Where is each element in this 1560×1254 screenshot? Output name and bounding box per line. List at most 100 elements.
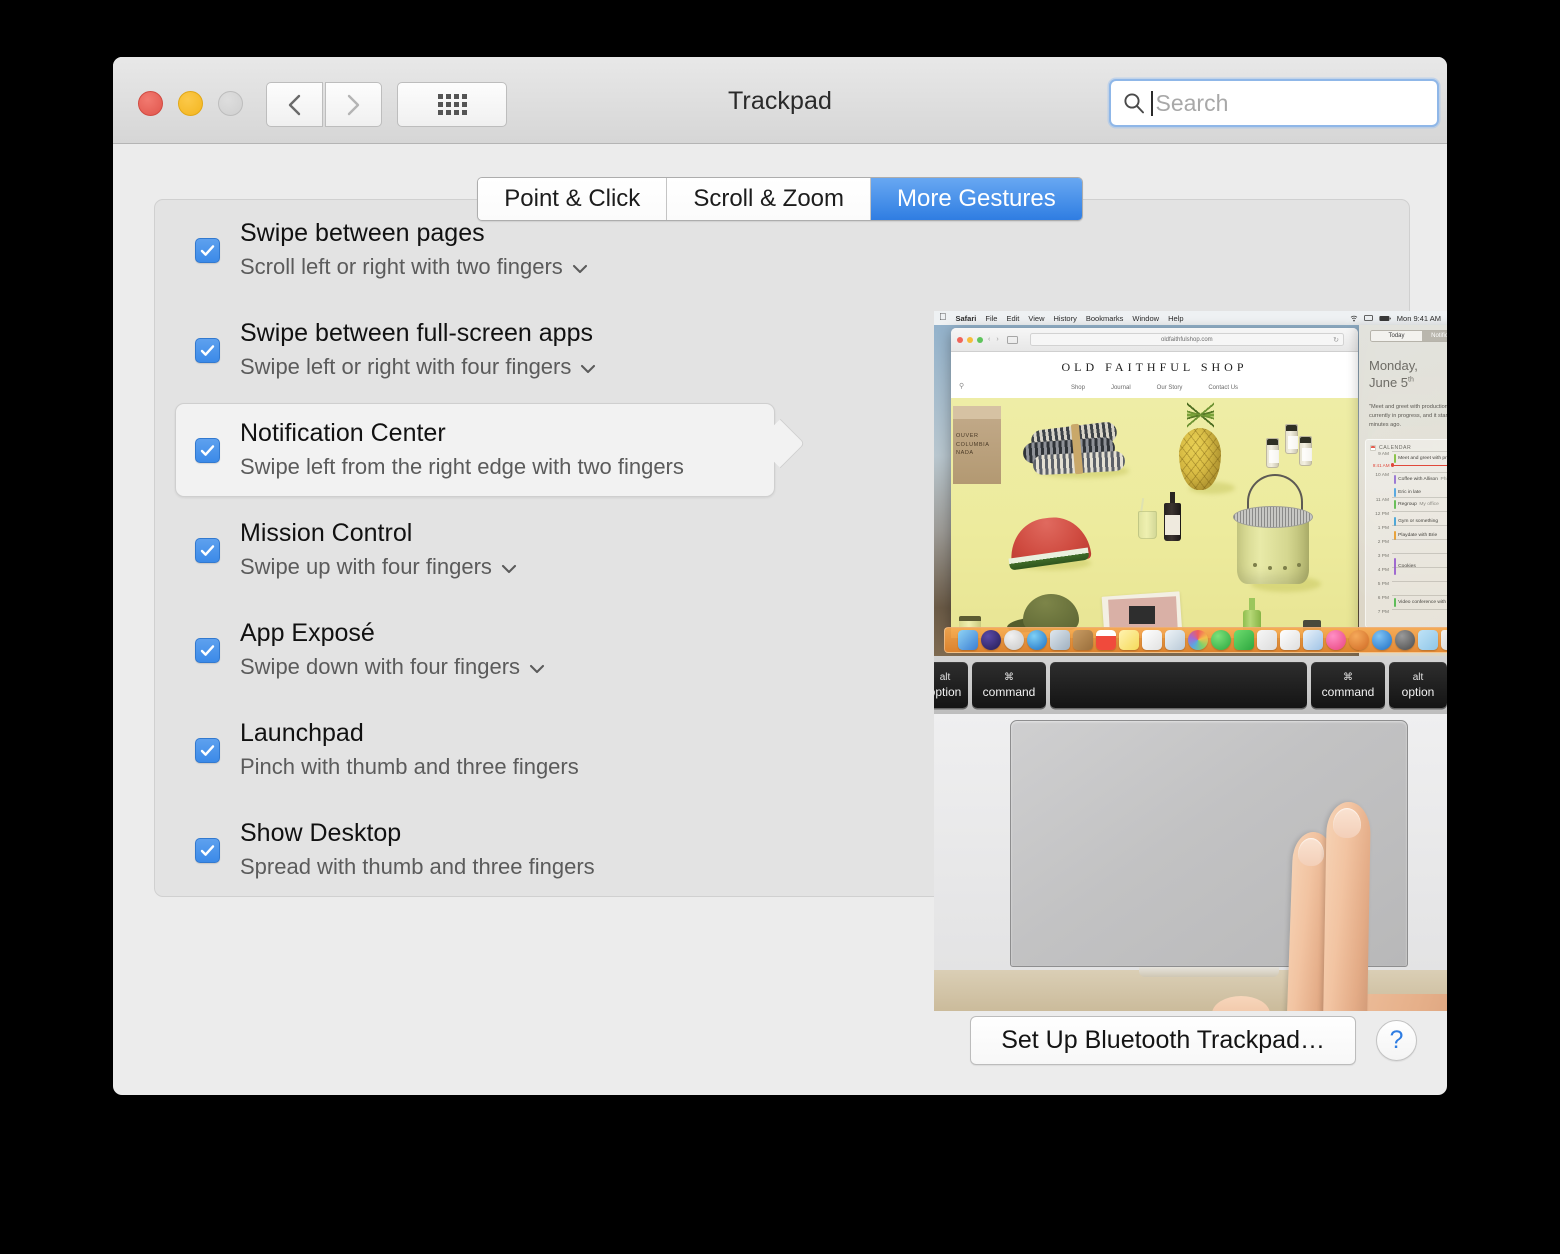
dock-icon-itunes[interactable] [1326,630,1346,650]
gesture-title: Mission Control [240,518,413,547]
dock-icon-messages[interactable] [1211,630,1231,650]
gesture-row-app-expose[interactable]: App Exposé Swipe down with four fingers [155,600,805,700]
system-preferences-window: Trackpad Point & Click Scroll & Zoom Mor… [113,57,1447,1095]
site-search-icon[interactable]: ⚲ [959,382,964,390]
menu-item-history: History [1046,313,1077,323]
checkbox-app-expose[interactable] [195,637,220,663]
dock-icon-photos[interactable] [1188,630,1208,650]
calendar-event-title: Meet and greet with production [1398,455,1447,461]
gesture-row-notification-center[interactable]: Notification Center Swipe left from the … [155,400,805,500]
drinking-glass [1138,511,1157,539]
menu-item-file: File [977,313,997,323]
gesture-subtitle-row: Swipe left from the right edge with two … [240,453,684,482]
noti-tab-today[interactable]: Today [1371,331,1422,341]
gesture-subtitle-row[interactable]: Swipe left or right with four fingers [240,353,596,382]
hand-thumb [1212,996,1270,1011]
chevron-down-icon[interactable] [529,664,545,674]
gesture-subtitle-row[interactable]: Scroll left or right with two fingers [240,253,588,282]
dock-icon-maps[interactable] [1165,630,1185,650]
dock-icon-downloads-folder[interactable] [1418,630,1438,650]
safari-address-bar[interactable]: oldfaithfulshop.com ↻ [1029,333,1344,346]
dock-icon-ibooks[interactable] [1349,630,1369,650]
dock-icon-contacts[interactable] [1050,630,1070,650]
menu-item-edit: Edit [998,313,1019,323]
tab-point-and-click[interactable]: Point & Click [478,178,668,220]
checkbox-launchpad[interactable] [195,737,220,763]
calendar-event[interactable]: Coffee with Allison Philz Coffee S Emba… [1394,474,1447,484]
tab-scroll-and-zoom[interactable]: Scroll & Zoom [667,178,872,220]
key-label-bottom: command [1321,684,1375,699]
safari-back-icon[interactable]: ‹ [988,336,990,343]
calendar-hour-row: 4 PM [1370,567,1447,581]
gesture-subtitle-row[interactable]: Swipe up with four fingers [240,553,517,582]
safari-minimize-button[interactable] [967,336,973,343]
dock-icon-app-store[interactable] [1372,630,1392,650]
search-field[interactable] [1109,79,1439,127]
chevron-down-icon[interactable] [580,364,596,374]
dock-icon-system-preferences[interactable] [1395,630,1415,650]
site-nav-journal[interactable]: Journal [1111,385,1131,391]
gesture-row-launchpad[interactable]: Launchpad Pinch with thumb and three fin… [155,700,805,800]
site-nav-our-story[interactable]: Our Story [1157,385,1183,391]
search-input[interactable] [1155,89,1411,117]
safari-maximize-button[interactable] [977,336,983,343]
safari-forward-icon[interactable]: › [996,336,998,343]
dock-icon-siri[interactable] [981,630,1001,650]
chevron-down-icon[interactable] [572,264,588,274]
calendar-hour-line: Regroup My office [1392,497,1447,511]
calendar-hour-line: Eric in late [1392,486,1447,497]
noti-tab-notifications[interactable]: Notifications [1422,331,1447,341]
checkbox-mission-control[interactable] [195,537,220,563]
key-label-bottom: option [1401,684,1435,699]
checkbox-notification-center[interactable] [195,437,220,463]
gesture-subtitle-row[interactable]: Swipe down with four fingers [240,653,545,682]
menu-item-help: Help [1160,313,1183,323]
calendar-event-title: Coffee with Allison [1398,476,1438,482]
dock-icon-facetime[interactable] [1234,630,1254,650]
site-nav-shop[interactable]: Shop [1071,385,1085,391]
dock-icon-launchpad[interactable] [1004,630,1024,650]
calendar-event[interactable]: Eric in late [1394,487,1447,497]
calendar-event[interactable]: Video conference with China [1394,597,1447,607]
dock-icon-calendar[interactable] [1096,630,1116,650]
key-option-right[interactable]: alt option [1389,662,1447,708]
dock-icon-numbers[interactable] [1280,630,1300,650]
checkbox-swipe-between-pages[interactable] [195,237,220,263]
menu-item-view: View [1020,313,1044,323]
dock-icon-safari[interactable] [1027,630,1047,650]
chevron-down-icon[interactable] [501,564,517,574]
calendar-event[interactable]: Meet and greet with production [1394,453,1447,463]
key-spacebar[interactable] [1050,662,1307,708]
key-command-left[interactable]: ⌘ command [972,662,1046,708]
calendar-hour-label: 9 AM [1378,451,1389,457]
gesture-subtitle: Swipe left from the right edge with two … [240,454,684,480]
pineapple-texture [1179,428,1221,490]
window-footer: Set Up Bluetooth Trackpad… ? [970,1016,1417,1065]
dock-icon-reminders[interactable] [1142,630,1162,650]
dock-icon-keynote[interactable] [1303,630,1323,650]
dock-icon-notes-leather[interactable] [1073,630,1093,650]
tab-more-gestures[interactable]: More Gestures [871,178,1082,220]
gesture-row-swipe-between-full-screen-apps[interactable]: Swipe between full-screen apps Swipe lef… [155,300,805,400]
key-command-right[interactable]: ⌘ command [1311,662,1385,708]
dock-icon-notes[interactable] [1119,630,1139,650]
dock-icon-trash[interactable] [1441,630,1447,650]
checkmark-icon [200,744,215,756]
safari-close-button[interactable] [957,336,963,343]
key-option-left[interactable]: alt option [934,662,968,708]
dock-icon-pages[interactable] [1257,630,1277,650]
oil-bottle [1164,503,1181,541]
checkbox-swipe-between-full-screen-apps[interactable] [195,337,220,363]
notification-center-date: Monday, June 5th [1369,358,1447,391]
dock-icon-finder[interactable] [958,630,978,650]
site-logo: OLD FAITHFUL SHOP [1061,359,1248,374]
checkbox-show-desktop[interactable] [195,837,220,863]
help-button[interactable]: ? [1376,1020,1417,1061]
gesture-row-show-desktop[interactable]: Show Desktop Spread with thumb and three… [155,800,805,900]
site-nav-contact-us[interactable]: Contact Us [1208,385,1238,391]
calendar-event[interactable]: Regroup My office [1394,499,1447,509]
safari-sidebar-icon[interactable] [1006,335,1018,344]
reload-icon[interactable]: ↻ [1333,336,1339,344]
gesture-row-mission-control[interactable]: Mission Control Swipe up with four finge… [155,500,805,600]
set-up-bluetooth-trackpad-button[interactable]: Set Up Bluetooth Trackpad… [970,1016,1356,1065]
